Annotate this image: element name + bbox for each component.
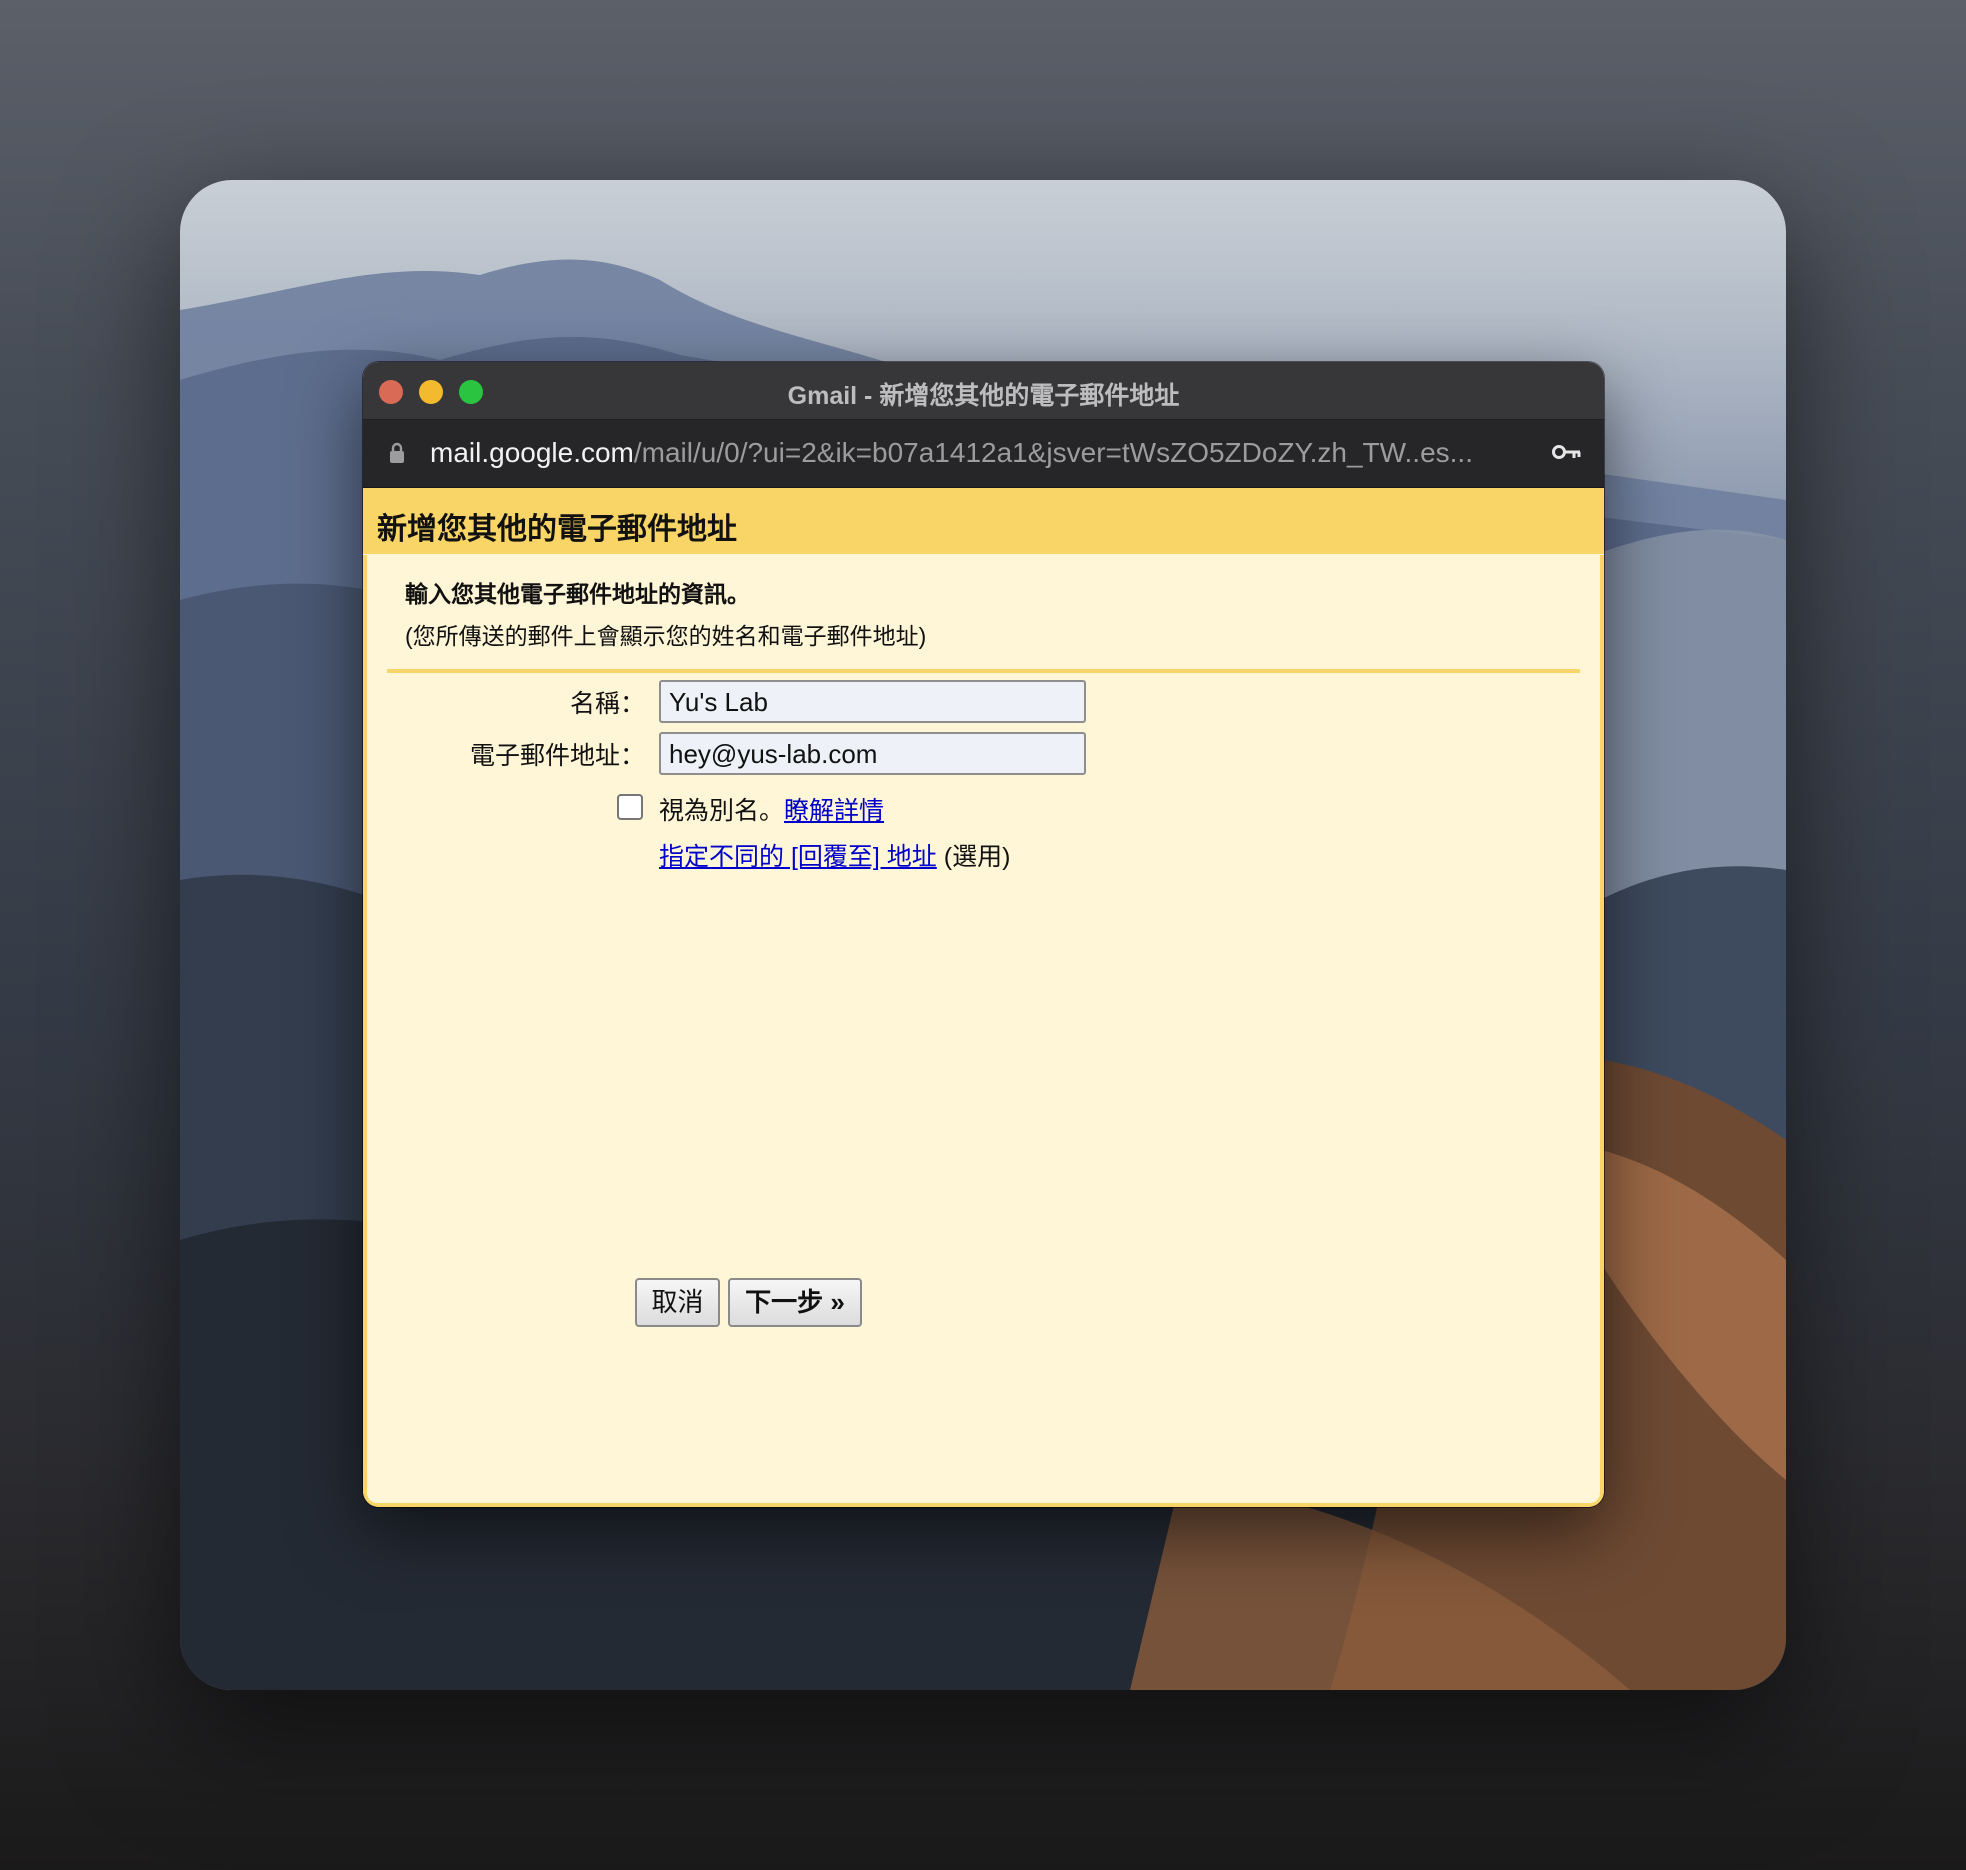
email-row: 電子郵件地址： hey@yus-lab.com (367, 732, 1600, 776)
reply-to-row: 指定不同的 [回覆至] 地址 (選用) (659, 837, 1010, 873)
email-label: 電子郵件地址： (469, 742, 645, 770)
email-input[interactable]: hey@yus-lab.com (659, 732, 1086, 775)
lock-icon (390, 442, 404, 463)
url-path: /mail/u/0/?ui=2&ik=b07a1412a1&jsver=tWsZ… (633, 437, 1473, 468)
alias-label: 視為別名。 (659, 797, 785, 825)
url-host: mail.google.com (430, 437, 634, 468)
cancel-button[interactable]: 取消 (635, 1278, 720, 1327)
learn-more-link[interactable]: 瞭解詳情 (784, 797, 884, 825)
url-text[interactable]: mail.google.com/mail/u/0/?ui=2&ik=b07a14… (430, 437, 1540, 469)
dialog-content: 輸入您其他電子郵件地址的資訊。 (您所傳送的郵件上會顯示您的姓名和電子郵件地址)… (363, 555, 1604, 1507)
window-titlebar[interactable]: Gmail - 新增您其他的電子郵件地址 (363, 362, 1604, 420)
intro-section: 輸入您其他電子郵件地址的資訊。 (您所傳送的郵件上會顯示您的姓名和電子郵件地址) (367, 555, 1600, 651)
next-step-button[interactable]: 下一步 » (728, 1278, 862, 1327)
reply-to-link[interactable]: 指定不同的 [回覆至] 地址 (659, 843, 937, 871)
optional-label: (選用) (943, 843, 1011, 871)
alias-text: 視為別名。瞭解詳情 (659, 791, 884, 827)
intro-subtitle: (您所傳送的郵件上會顯示您的姓名和電子郵件地址) (405, 623, 927, 649)
name-row: 名稱： Yu's Lab (367, 680, 1600, 724)
name-label: 名稱： (569, 690, 645, 718)
page-header: 新增您其他的電子郵件地址 (363, 488, 1604, 554)
intro-title: 輸入您其他電子郵件地址的資訊。 (405, 581, 750, 607)
divider (387, 669, 1580, 673)
browser-popup-window: Gmail - 新增您其他的電子郵件地址 mail.google.com/mai… (363, 362, 1604, 1507)
alias-checkbox[interactable] (617, 794, 643, 820)
key-icon[interactable] (1552, 444, 1582, 462)
name-input[interactable]: Yu's Lab (659, 680, 1086, 723)
window-title: Gmail - 新增您其他的電子郵件地址 (787, 382, 1180, 410)
url-bar[interactable]: mail.google.com/mail/u/0/?ui=2&ik=b07a14… (363, 420, 1604, 488)
